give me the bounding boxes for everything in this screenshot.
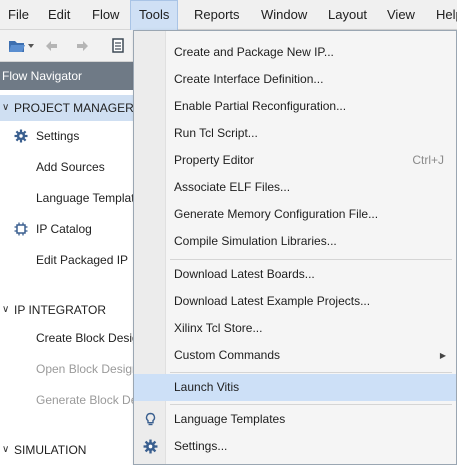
menu-view[interactable]: View — [379, 0, 423, 30]
nav-item-edit-packaged-ip[interactable]: Edit Packaged IP — [0, 247, 140, 273]
menu-bar: File Edit Flow Tools Reports Window Layo… — [0, 0, 457, 30]
menu-item-label: Download Latest Boards... — [174, 267, 315, 281]
menu-flow[interactable]: Flow — [84, 0, 127, 30]
nav-item-generate-block-design[interactable]: Generate Block Design — [0, 387, 140, 413]
menu-item-create-and-package-new-ip[interactable]: Create and Package New IP... — [134, 39, 456, 66]
section-project-manager[interactable]: ∨ PROJECT MANAGER — [0, 95, 140, 121]
menu-item-label: Enable Partial Reconfiguration... — [174, 99, 347, 113]
menu-item-label: Xilinx Tcl Store... — [174, 321, 263, 335]
chevron-down-icon[interactable] — [28, 44, 34, 48]
menu-file[interactable]: File — [0, 0, 37, 30]
menu-item-custom-commands[interactable]: Custom Commands ▶ — [134, 342, 456, 369]
nav-item-label: Generate Block Design — [36, 393, 140, 407]
lightbulb-icon — [145, 412, 156, 426]
gear-icon — [143, 439, 158, 454]
flow-navigator-title: Flow Navigator — [0, 62, 140, 90]
menu-item-label: Create and Package New IP... — [174, 45, 334, 59]
nav-item-label: Settings — [36, 129, 80, 143]
section-label: IP INTEGRATOR — [14, 303, 107, 317]
menu-item-generate-memory-configuration-file[interactable]: Generate Memory Configuration File... — [134, 201, 456, 228]
menu-item-language-templates[interactable]: Language Templates — [134, 406, 456, 433]
nav-item-label: Add Sources — [36, 160, 105, 174]
menu-item-download-latest-example-projects[interactable]: Download Latest Example Projects... — [134, 288, 456, 315]
menu-item-property-editor[interactable]: Property Editor Ctrl+J — [134, 147, 456, 174]
nav-item-create-block-design[interactable]: Create Block Design — [0, 325, 140, 351]
chevron-down-icon[interactable]: ∨ — [2, 437, 9, 463]
chevron-down-icon[interactable]: ∨ — [2, 95, 9, 121]
nav-item-label: Open Block Design — [36, 362, 139, 376]
menu-item-xilinx-tcl-store[interactable]: Xilinx Tcl Store... — [134, 315, 456, 342]
chevron-down-icon[interactable]: ∨ — [2, 297, 9, 323]
section-ip-integrator[interactable]: ∨ IP INTEGRATOR — [0, 297, 140, 323]
section-label: SIMULATION — [14, 443, 87, 457]
menu-item-label: Run Tcl Script... — [174, 126, 258, 140]
menu-edit[interactable]: Edit — [40, 0, 78, 30]
section-simulation[interactable]: ∨ SIMULATION — [0, 437, 140, 463]
menu-item-label: Create Interface Definition... — [174, 72, 324, 86]
menu-item-label: Compile Simulation Libraries... — [174, 234, 337, 248]
menu-separator — [170, 404, 452, 405]
menu-item-label: Custom Commands — [174, 348, 281, 362]
nav-item-add-sources[interactable]: Add Sources — [0, 154, 140, 180]
section-label: PROJECT MANAGER — [14, 101, 134, 115]
redo-icon[interactable] — [74, 37, 92, 55]
menu-item-label: Associate ELF Files... — [174, 180, 291, 194]
menu-help[interactable]: Help — [428, 0, 457, 30]
nav-item-label: IP Catalog — [36, 222, 92, 236]
menu-item-label: Generate Memory Configuration File... — [174, 207, 379, 221]
menu-item-label: Launch Vitis — [174, 380, 240, 394]
menu-item-associate-elf-files[interactable]: Associate ELF Files... — [134, 174, 456, 201]
ip-catalog-icon — [14, 222, 28, 236]
nav-item-language-templates[interactable]: Language Templates — [0, 185, 140, 211]
menu-reports[interactable]: Reports — [186, 0, 248, 30]
menu-item-label: Language Templates — [174, 412, 286, 426]
open-project-icon[interactable] — [8, 37, 26, 55]
menu-item-label: Download Latest Example Projects... — [174, 294, 371, 308]
documents-icon[interactable] — [110, 37, 128, 55]
menu-item-launch-vitis[interactable]: Launch Vitis — [134, 374, 456, 401]
menu-separator — [170, 372, 452, 373]
menu-item-label: Settings... — [174, 439, 228, 453]
undo-icon[interactable] — [42, 37, 60, 55]
menu-window[interactable]: Window — [253, 0, 315, 30]
menu-layout[interactable]: Layout — [320, 0, 375, 30]
menu-item-download-latest-boards[interactable]: Download Latest Boards... — [134, 261, 456, 288]
tools-menu: Create and Package New IP... Create Inte… — [133, 30, 457, 465]
nav-item-label: Create Block Design — [36, 331, 140, 345]
nav-item-ip-catalog[interactable]: IP Catalog — [0, 216, 140, 242]
menu-item-create-interface-definition[interactable]: Create Interface Definition... — [134, 66, 456, 93]
flow-navigator: ∨ PROJECT MANAGER Settings Add Sources L… — [0, 90, 140, 465]
menu-item-settings[interactable]: Settings... — [134, 433, 456, 460]
submenu-arrow-icon: ▶ — [439, 351, 446, 360]
menu-tools[interactable]: Tools — [130, 0, 179, 30]
nav-item-label: Language Templates — [36, 191, 140, 205]
nav-item-settings[interactable]: Settings — [0, 123, 140, 149]
menu-item-shortcut: Ctrl+J — [412, 153, 444, 167]
menu-item-enable-partial-reconfiguration[interactable]: Enable Partial Reconfiguration... — [134, 93, 456, 120]
nav-item-open-block-design[interactable]: Open Block Design — [0, 356, 140, 382]
menu-item-compile-simulation-libraries[interactable]: Compile Simulation Libraries... — [134, 228, 456, 255]
gear-icon — [14, 129, 28, 143]
menu-item-run-tcl-script[interactable]: Run Tcl Script... — [134, 120, 456, 147]
menu-separator — [170, 259, 452, 260]
nav-item-label: Edit Packaged IP — [36, 253, 129, 267]
menu-item-label: Property Editor — [174, 153, 255, 167]
